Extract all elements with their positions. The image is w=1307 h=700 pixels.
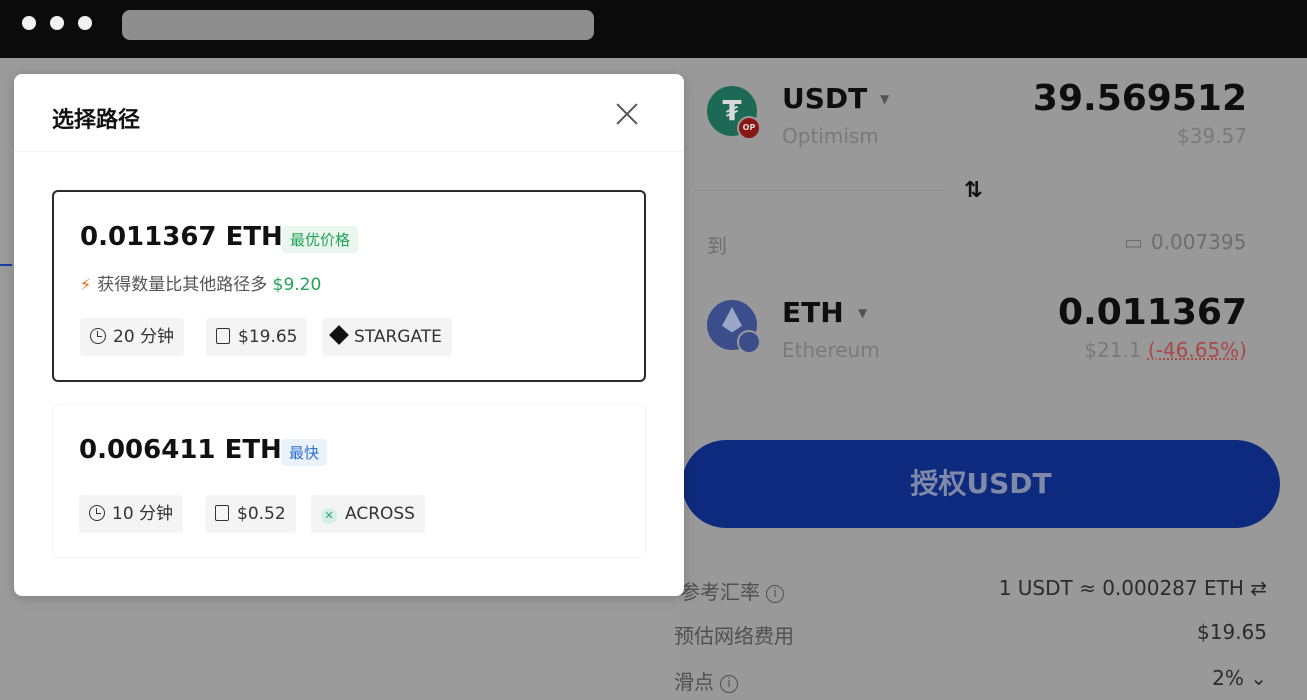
chart-line-fragment <box>0 264 12 266</box>
from-usd-value: $39.57 <box>1177 124 1247 148</box>
route-time-chip: 20 分钟 <box>80 318 185 356</box>
route-fee: $0.52 <box>237 504 286 524</box>
rate-label: 参考汇率 i <box>680 576 784 605</box>
bonus-text: 获得数量比其他路径多 <box>97 275 268 295</box>
to-network-label: Ethereum <box>782 338 880 362</box>
clock-icon <box>89 505 105 521</box>
gas-pump-icon <box>215 505 229 521</box>
bonus-value: $9.20 <box>272 275 322 295</box>
route-fee-chip: $0.52 <box>205 495 296 533</box>
gas-pump-icon <box>216 328 230 344</box>
swap-direction-icon[interactable]: ⇅ <box>964 178 982 203</box>
network-fee-value: $19.65 <box>1197 620 1267 644</box>
clock-icon <box>90 328 106 344</box>
network-fee-label: 预估网络费用 <box>674 624 794 648</box>
route-fee: $19.65 <box>238 327 298 347</box>
route-time: 10 分钟 <box>112 504 174 524</box>
to-token-caret-icon[interactable]: ▼ <box>858 306 867 320</box>
wallet-balance: ▭ 0.007395 <box>1124 230 1246 254</box>
from-network-label: Optimism <box>782 124 879 148</box>
window-dot-icon <box>50 16 64 30</box>
chevron-down-icon: ⌄ <box>1250 666 1267 690</box>
slippage-value: 2% <box>1212 666 1244 690</box>
route-provider: STARGATE <box>354 327 442 347</box>
across-logo-icon: ✕ <box>321 508 337 524</box>
address-bar[interactable] <box>122 10 594 40</box>
info-icon[interactable]: i <box>766 585 784 603</box>
route-amount: 0.006411 ETH <box>79 435 282 465</box>
price-impact: (-46.65%) <box>1147 338 1247 362</box>
optimism-network-icon: OP <box>737 116 761 140</box>
slippage-label-text: 滑点 <box>674 670 714 694</box>
best-price-badge: 最优价格 <box>282 226 359 253</box>
from-token-caret-icon[interactable]: ▼ <box>880 92 889 106</box>
to-label: 到 <box>707 234 727 258</box>
to-usd-value: $21.1 (-46.65%) <box>1084 338 1247 362</box>
rate-label-text: 参考汇率 <box>680 580 760 604</box>
slippage-label: 滑点 i <box>674 666 738 695</box>
window-dot-icon <box>22 16 36 30</box>
route-provider-chip: ✕ ACROSS <box>311 495 425 533</box>
wallet-balance-value: 0.007395 <box>1150 230 1247 254</box>
route-option-fastest[interactable]: 0.006411 ETH 最快 10 分钟 $0.52 ✕ ACROSS <box>52 404 646 558</box>
ethereum-network-icon <box>737 330 761 354</box>
stargate-logo-icon <box>329 325 349 345</box>
approve-usdt-button[interactable]: 授权USDT <box>682 440 1280 528</box>
to-usd-amount: $21.1 <box>1084 338 1142 362</box>
flame-icon: ⚡ <box>80 275 92 294</box>
window-dot-icon <box>78 16 92 30</box>
from-amount-input[interactable]: 39.569512 <box>1033 78 1247 119</box>
route-time: 20 分钟 <box>113 327 175 347</box>
route-bonus: ⚡ 获得数量比其他路径多 $9.20 <box>80 270 321 295</box>
wallet-icon: ▭ <box>1124 230 1143 254</box>
rate-value-text: 1 USDT ≈ 0.000287 ETH <box>998 576 1244 600</box>
to-amount-value: 0.011367 <box>1057 292 1247 333</box>
fastest-badge: 最快 <box>281 439 328 466</box>
slippage-selector[interactable]: 2% ⌄ <box>1212 666 1267 690</box>
modal-title: 选择路径 <box>52 108 141 133</box>
route-option-best[interactable]: 0.011367 ETH 最优价格 ⚡ 获得数量比其他路径多 $9.20 20 分… <box>52 190 646 382</box>
to-token-selector[interactable]: ETH <box>782 296 844 329</box>
route-fee-chip: $19.65 <box>206 318 308 356</box>
route-amount: 0.011367 ETH <box>80 222 283 252</box>
route-provider-chip: STARGATE <box>322 318 452 356</box>
from-token-selector[interactable]: USDT <box>782 82 867 115</box>
route-provider: ACROSS <box>345 504 415 524</box>
route-time-chip: 10 分钟 <box>79 495 184 533</box>
close-icon[interactable] <box>614 100 640 126</box>
swap-divider <box>694 190 944 191</box>
select-route-modal: 选择路径 0.011367 ETH 最优价格 ⚡ 获得数量比其他路径多 $9.20… <box>14 74 684 596</box>
browser-chrome <box>0 0 1307 58</box>
modal-header: 选择路径 <box>14 74 684 152</box>
rate-value: 1 USDT ≈ 0.000287 ETH ⇄ <box>999 576 1267 600</box>
info-icon[interactable]: i <box>720 675 738 693</box>
refresh-icon[interactable]: ⇄ <box>1250 576 1267 600</box>
